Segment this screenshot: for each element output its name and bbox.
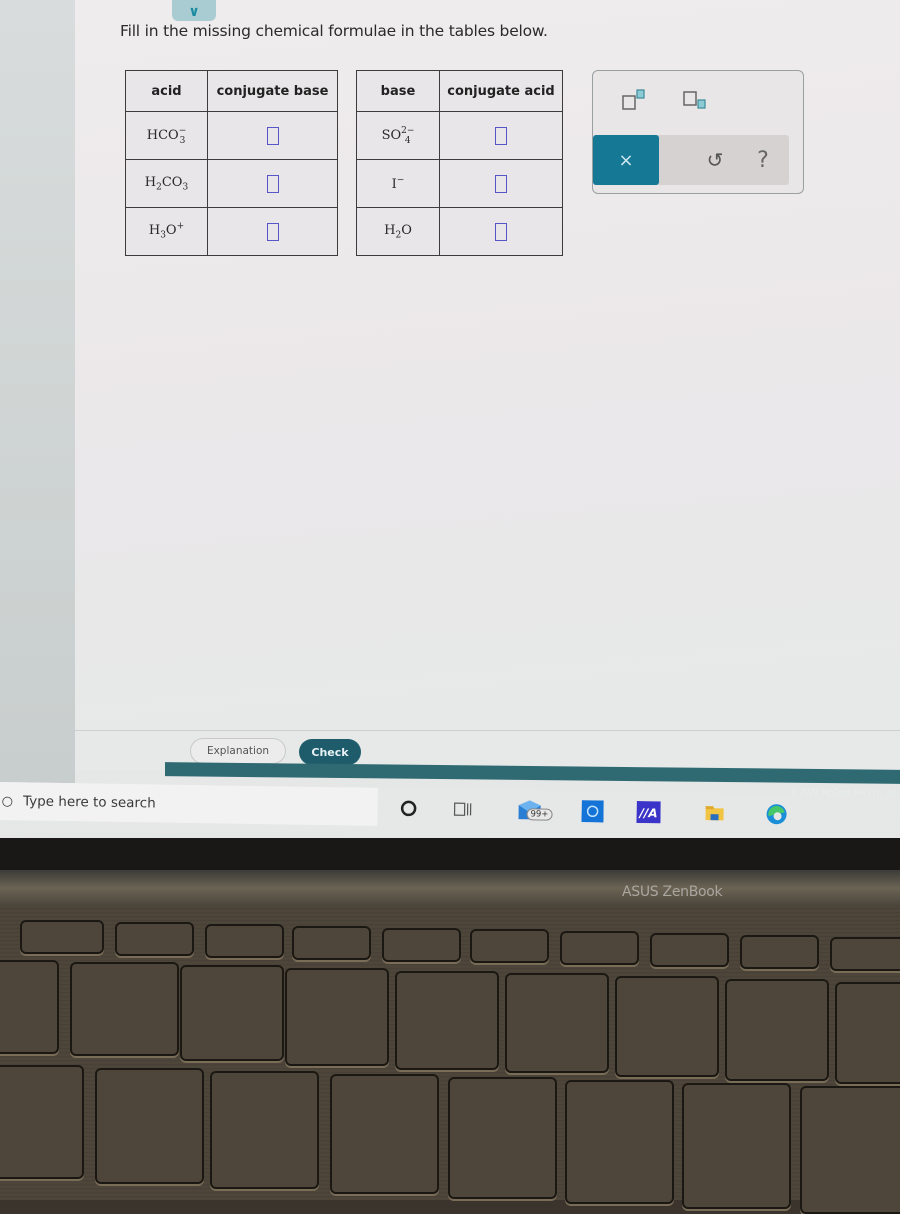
- keyboard-key: [0, 1065, 84, 1179]
- file-explorer-button[interactable]: [699, 799, 729, 827]
- app-ia-icon: //A: [636, 801, 660, 823]
- keyboard-key: [115, 922, 194, 956]
- edge-icon: [764, 802, 788, 826]
- help-button[interactable]: ?: [733, 135, 793, 185]
- answer-input[interactable]: [495, 175, 507, 193]
- mail-button[interactable]: 99+: [514, 796, 544, 824]
- conjugate-base-input-cell[interactable]: [208, 112, 338, 160]
- keyboard-key: [20, 920, 104, 954]
- clear-icon: ×: [618, 150, 633, 171]
- keyboard-key: [830, 937, 900, 971]
- base-formula: SO2−4: [357, 112, 440, 160]
- base-formula: I−: [357, 160, 440, 208]
- keyboard-key: [835, 982, 900, 1084]
- keyboard-key: [470, 929, 549, 963]
- keyboard-key: [682, 1083, 791, 1209]
- search-placeholder: Type here to search: [23, 793, 156, 811]
- table-row: H2CO3: [126, 160, 338, 208]
- answer-input[interactable]: [495, 127, 507, 145]
- help-icon: ?: [757, 148, 769, 173]
- task-view-icon: [452, 800, 472, 818]
- keyboard-key: [650, 933, 729, 967]
- keyboard-key: [330, 1074, 439, 1194]
- subscript-icon: [680, 87, 710, 113]
- acid-formula: HCO−3: [126, 112, 208, 160]
- taskbar-search[interactable]: ○ Type here to search: [0, 782, 378, 826]
- keyboard-key: [0, 960, 59, 1054]
- cortana-icon: [399, 799, 417, 817]
- header-conjugate-acid: conjugate acid: [440, 71, 563, 112]
- formula-palette: × ↺ ?: [592, 70, 804, 194]
- explanation-button[interactable]: Explanation: [190, 738, 286, 764]
- conjugate-base-input-cell[interactable]: [208, 208, 338, 256]
- conjugate-acid-input-cell[interactable]: [440, 112, 563, 160]
- keyboard-key: [95, 1068, 204, 1184]
- keyboard-key: [205, 924, 284, 958]
- answer-input[interactable]: [267, 127, 279, 145]
- keyboard-key: [210, 1071, 319, 1189]
- task-view-button[interactable]: [447, 795, 477, 823]
- keyboard-key: [565, 1080, 674, 1204]
- palette-actions: × ↺ ?: [593, 135, 789, 185]
- answer-input[interactable]: [495, 223, 507, 241]
- keyboard-key: [800, 1086, 900, 1214]
- conjugate-acid-input-cell[interactable]: [440, 160, 563, 208]
- keyboard-key: [292, 926, 371, 960]
- keyboard-key: [725, 979, 829, 1081]
- keyboard-key: [395, 971, 499, 1070]
- left-margin: [0, 0, 75, 785]
- answer-input[interactable]: [267, 223, 279, 241]
- laptop-hinge: [0, 870, 900, 906]
- laptop-keyboard: [0, 905, 900, 1200]
- keyboard-key: [285, 968, 389, 1066]
- keyboard-key: [740, 935, 819, 969]
- keyboard-key: [70, 962, 179, 1056]
- edge-button[interactable]: [761, 800, 791, 828]
- undo-icon: ↺: [707, 148, 724, 172]
- alexa-icon: [581, 800, 603, 822]
- conjugate-base-input-cell[interactable]: [208, 160, 338, 208]
- base-formula: H2O: [357, 208, 440, 256]
- answer-input[interactable]: [267, 175, 279, 193]
- svg-text://A: //A: [637, 806, 657, 820]
- acid-formula: H2CO3: [126, 160, 208, 208]
- header-acid: acid: [126, 71, 208, 112]
- folder-icon: [704, 804, 724, 822]
- alexa-button[interactable]: [577, 797, 607, 825]
- acid-conjugate-base-table: acid conjugate base HCO−3 H2CO3 H3O+: [125, 70, 338, 256]
- keyboard-key: [615, 976, 719, 1077]
- cortana-button[interactable]: [393, 794, 423, 822]
- screen: ∨ Fill in the missing chemical formulae …: [0, 0, 900, 840]
- subscript-button[interactable]: [675, 85, 715, 115]
- windows-taskbar: ○ Type here to search 99+ //A: [0, 782, 900, 840]
- keyboard-key: [448, 1077, 557, 1199]
- question-instruction: Fill in the missing chemical formulae in…: [120, 22, 548, 40]
- conjugate-acid-input-cell[interactable]: [440, 208, 563, 256]
- mail-badge: 99+: [526, 808, 552, 820]
- table-row: H2O: [357, 208, 563, 256]
- keyboard-key: [180, 965, 284, 1061]
- superscript-button[interactable]: [615, 85, 655, 115]
- keyboard-key: [382, 928, 461, 962]
- laptop-brand: ASUS ZenBook: [622, 884, 722, 900]
- chevron-down-icon: ∨: [188, 4, 199, 20]
- table-row: SO2−4: [357, 112, 563, 160]
- clear-button[interactable]: ×: [593, 135, 659, 185]
- table-row: H3O+: [126, 208, 338, 256]
- table-row: HCO−3: [126, 112, 338, 160]
- check-button[interactable]: Check: [299, 739, 361, 765]
- keyboard-key: [505, 973, 609, 1073]
- app-ia-button[interactable]: //A: [633, 798, 663, 826]
- collapse-tab[interactable]: ∨: [172, 0, 216, 21]
- table-row: I−: [357, 160, 563, 208]
- base-conjugate-acid-table: base conjugate acid SO2−4 I− H2O: [356, 70, 563, 256]
- acid-formula: H3O+: [126, 208, 208, 256]
- keyboard-key: [560, 931, 639, 965]
- header-conjugate-base: conjugate base: [208, 71, 338, 112]
- search-icon: ○: [2, 794, 14, 809]
- superscript-icon: [620, 87, 650, 113]
- header-base: base: [357, 71, 440, 112]
